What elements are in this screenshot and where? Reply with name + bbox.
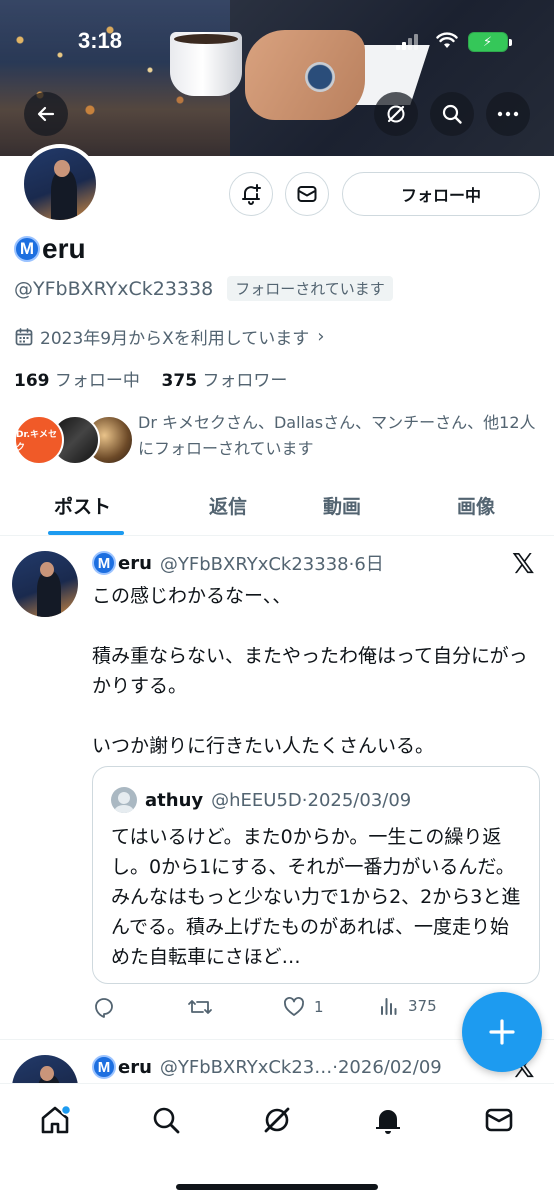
- home-indicator: [176, 1184, 378, 1190]
- status-time: 3:18: [78, 28, 123, 53]
- handle-row: @YFbBXRYxCk23338 フォローされています: [14, 276, 393, 301]
- post-name-badge: M: [92, 551, 116, 575]
- quote-handle-time: @hEEU5D·2025/03/09: [211, 789, 412, 811]
- status-bar: 3:18 ⚡: [0, 24, 554, 60]
- quote-avatar: [111, 787, 137, 813]
- name-badge: M: [14, 236, 40, 262]
- quote-text: てはいるけど。また0からか。一生この繰り返し。0から1にする、それが一番力がいる…: [111, 826, 521, 968]
- home-icon: [41, 1104, 72, 1134]
- x-logo-icon: 𝕏: [512, 547, 535, 580]
- bell-icon: [376, 1110, 400, 1134]
- envelope-icon: [297, 186, 317, 202]
- nav-messages[interactable]: [477, 1098, 521, 1142]
- arrow-left-icon: [37, 106, 55, 122]
- quote-author-name: athuy: [145, 789, 204, 811]
- views-button[interactable]: 375: [378, 995, 437, 1017]
- profile-tabs: ポスト 返信 動画 画像: [0, 484, 554, 536]
- following-button[interactable]: フォロー中: [342, 172, 540, 216]
- mutual-avatar-1: Dr.キメセク: [14, 415, 64, 465]
- post-item[interactable]: M eru @YFbBXRYxCk23338·6日 𝕏 この感じわかるなー、、 …: [0, 537, 554, 1040]
- repost-button[interactable]: [187, 995, 221, 1019]
- search-icon: [153, 1107, 180, 1134]
- wifi-icon: [436, 32, 458, 48]
- battery-charging-icon: ⚡: [468, 32, 512, 52]
- joined-date[interactable]: 2023年9月からXを利用しています ›: [14, 324, 324, 349]
- like-count: 1: [314, 998, 324, 1016]
- mutual-followers[interactable]: Dr.キメセク Dr キメセクさん、Dallasさん、マンチーさん、他12人にフ…: [14, 410, 544, 470]
- envelope-icon: [485, 1108, 513, 1132]
- message-button[interactable]: [285, 172, 329, 216]
- follow-counts: 169 フォロー中 375 フォロワー: [14, 366, 287, 391]
- grok-button[interactable]: [374, 92, 418, 136]
- post-header: M eru @YFbBXRYxCk23…·2026/02/09: [92, 1055, 442, 1079]
- display-name: M eru: [14, 233, 86, 265]
- cellular-signal-icon: [396, 34, 418, 50]
- post-author-name[interactable]: eru: [118, 553, 152, 574]
- post-name-badge: M: [92, 1055, 116, 1079]
- post-avatar[interactable]: [12, 551, 78, 617]
- tab-posts[interactable]: ポスト: [54, 492, 111, 519]
- bottom-navigation: [0, 1083, 554, 1200]
- nav-home[interactable]: [33, 1098, 77, 1142]
- profile-avatar[interactable]: [20, 144, 100, 224]
- nav-search[interactable]: [144, 1098, 188, 1142]
- post-handle-time: @YFbBXRYxCk23…·2026/02/09: [159, 1056, 442, 1078]
- reply-button[interactable]: [92, 995, 124, 1019]
- more-options-button[interactable]: [486, 92, 530, 136]
- post-header: M eru @YFbBXRYxCk23338·6日: [92, 550, 384, 576]
- post-text: この感じわかるなー、、 積み重ならない、またやったわ俺はって自分にがっかりする。…: [92, 585, 528, 757]
- back-button[interactable]: [24, 92, 68, 136]
- post-avatar[interactable]: [12, 1055, 78, 1083]
- repost-icon: [188, 1000, 212, 1014]
- post-author-name[interactable]: eru: [118, 1057, 152, 1078]
- display-name-text: eru: [42, 233, 86, 264]
- calendar-icon: [15, 327, 33, 345]
- reply-icon: [95, 998, 113, 1018]
- following-count: 169: [14, 371, 50, 391]
- nav-grok[interactable]: [255, 1098, 299, 1142]
- chevron-right-icon: ›: [317, 326, 325, 347]
- followers-count: 375: [161, 371, 198, 391]
- plus-icon: [489, 1019, 515, 1045]
- quoted-post[interactable]: athuy @hEEU5D·2025/03/09 てはいるけど。また0からか。一…: [92, 766, 540, 984]
- nav-notifications[interactable]: [366, 1098, 410, 1142]
- banner-watch: [305, 62, 335, 92]
- active-tab-indicator: [48, 531, 124, 535]
- mutual-followers-text: Dr キメセクさん、Dallasさん、マンチーさん、他12人にフォローされていま…: [138, 413, 536, 458]
- quote-header: athuy @hEEU5D·2025/03/09: [111, 787, 411, 813]
- tab-replies[interactable]: 返信: [209, 492, 247, 519]
- tab-images[interactable]: 画像: [457, 492, 495, 519]
- like-button[interactable]: 1: [282, 995, 324, 1019]
- search-icon: [442, 104, 462, 124]
- grok-icon: [387, 105, 405, 123]
- compose-post-button[interactable]: [462, 992, 542, 1072]
- joined-text: 2023年9月からXを利用しています: [40, 329, 310, 349]
- grok-icon: [264, 1107, 290, 1133]
- heart-icon: [284, 997, 304, 1016]
- notify-button[interactable]: [229, 172, 273, 216]
- following-label: フォロー中: [54, 371, 140, 391]
- more-dots-icon: [497, 111, 519, 117]
- views-chart-icon: [381, 998, 397, 1015]
- post-handle-time: @YFbBXRYxCk23338·6日: [159, 554, 384, 575]
- mutual-avatar-label: Dr.キメセク: [16, 430, 58, 453]
- tab-videos[interactable]: 動画: [323, 492, 361, 519]
- following-count-link[interactable]: 169 フォロー中: [14, 371, 140, 391]
- views-count: 375: [408, 997, 437, 1015]
- bell-plus-icon: [242, 184, 261, 205]
- followers-label: フォロワー: [202, 371, 288, 391]
- follows-you-badge: フォローされています: [227, 276, 393, 301]
- username-handle: @YFbBXRYxCk23338: [14, 277, 214, 300]
- search-button[interactable]: [430, 92, 474, 136]
- followers-count-link[interactable]: 375 フォロワー: [162, 371, 288, 391]
